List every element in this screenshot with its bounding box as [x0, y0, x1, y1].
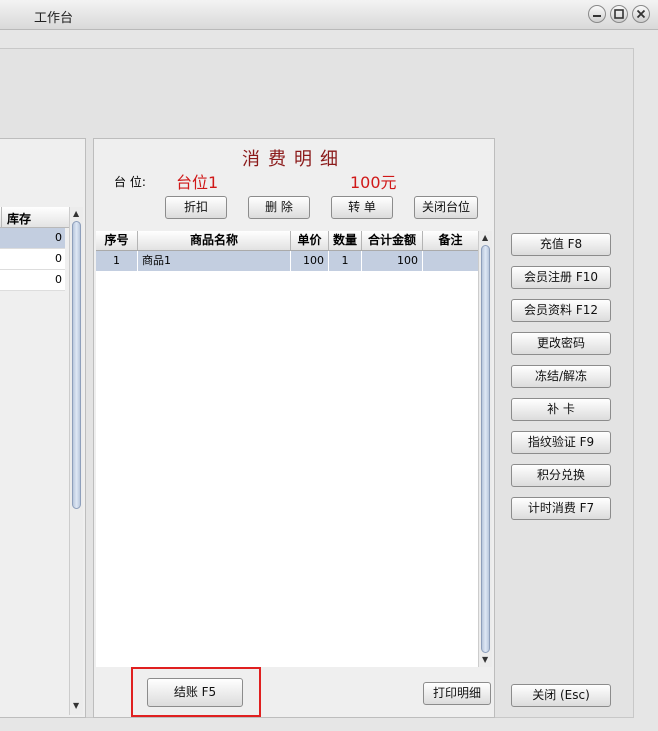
close-button[interactable]: 关闭 (Esc) — [511, 684, 611, 707]
scroll-up-icon[interactable]: ▲ — [73, 209, 79, 218]
column-header-total: 合计金额 — [362, 231, 423, 250]
fingerprint-verify-button[interactable]: 指纹验证 F9 — [511, 431, 611, 454]
column-header-note: 备注 — [438, 233, 463, 247]
minimize-button[interactable] — [588, 5, 606, 23]
close-icon — [636, 9, 646, 19]
cell-name: 商品1 — [138, 251, 291, 271]
scroll-down-icon[interactable]: ▼ — [482, 655, 488, 664]
product-list-header: 库存 — [0, 207, 69, 228]
table-value: 台位1 — [176, 173, 219, 192]
cell-qty: 1 — [329, 251, 362, 271]
member-register-button[interactable]: 会员注册 F10 — [511, 266, 611, 289]
scroll-up-icon[interactable]: ▲ — [482, 233, 488, 242]
detail-grid: 序号 商品名称 单价 数量 合计金额 备注 1 商品1 100 1 100 — [96, 231, 478, 667]
table-row[interactable]: 0 — [0, 249, 65, 270]
maximize-icon — [614, 9, 624, 19]
recharge-button[interactable]: 充值 F8 — [511, 233, 611, 256]
table-label: 台 位: — [114, 175, 146, 189]
detail-grid-header: 序号 商品名称 单价 数量 合计金额 备注 — [96, 231, 478, 251]
freeze-unfreeze-button[interactable]: 冻结/解冻 — [511, 365, 611, 388]
delete-button[interactable]: 删 除 — [248, 196, 310, 219]
change-password-button[interactable]: 更改密码 — [511, 332, 611, 355]
scroll-down-icon[interactable]: ▼ — [73, 701, 79, 710]
detail-title: 消费明细 — [242, 149, 346, 170]
scroll-thumb[interactable] — [481, 245, 490, 653]
close-window-button[interactable] — [632, 5, 650, 23]
stock-column-header: 库存 — [6, 212, 31, 226]
title-bar: 工作台 — [0, 0, 658, 30]
column-header-qty: 数量 — [329, 231, 362, 250]
product-list-scrollbar[interactable]: ▲ ▼ — [69, 207, 83, 715]
minimize-icon — [593, 15, 601, 17]
cell-no: 1 — [96, 251, 138, 271]
scroll-thumb[interactable] — [72, 221, 81, 509]
cell-price: 100 — [291, 251, 329, 271]
reissue-card-button[interactable]: 补 卡 — [511, 398, 611, 421]
discount-button[interactable]: 折扣 — [165, 196, 227, 219]
print-details-button[interactable]: 打印明细 — [423, 682, 491, 705]
product-list-panel: 库存 0 0 0 ▲ ▼ — [0, 138, 86, 718]
table-row[interactable]: 0 — [0, 228, 65, 249]
column-header-no: 序号 — [96, 231, 138, 250]
table-row[interactable]: 1 商品1 100 1 100 — [96, 251, 478, 271]
timed-consumption-button[interactable]: 计时消费 F7 — [511, 497, 611, 520]
window-title: 工作台 — [34, 11, 74, 26]
total-amount: 100元 — [350, 173, 397, 192]
detail-grid-scrollbar[interactable]: ▲ ▼ — [478, 231, 492, 667]
maximize-button[interactable] — [610, 5, 628, 23]
cell-note — [423, 251, 478, 271]
close-table-button[interactable]: 关闭台位 — [414, 196, 478, 219]
table-row[interactable]: 0 — [0, 270, 65, 291]
column-header-name: 商品名称 — [138, 231, 291, 250]
column-header-price: 单价 — [291, 231, 329, 250]
member-info-button[interactable]: 会员资料 F12 — [511, 299, 611, 322]
transfer-order-button[interactable]: 转 单 — [331, 196, 393, 219]
points-redeem-button[interactable]: 积分兑换 — [511, 464, 611, 487]
consumption-detail-panel: 消费明细 台 位: 台位1 100元 折扣 删 除 转 单 关闭台位 序号 商品… — [93, 138, 495, 718]
checkout-highlight — [131, 667, 261, 717]
cell-total: 100 — [362, 251, 423, 271]
